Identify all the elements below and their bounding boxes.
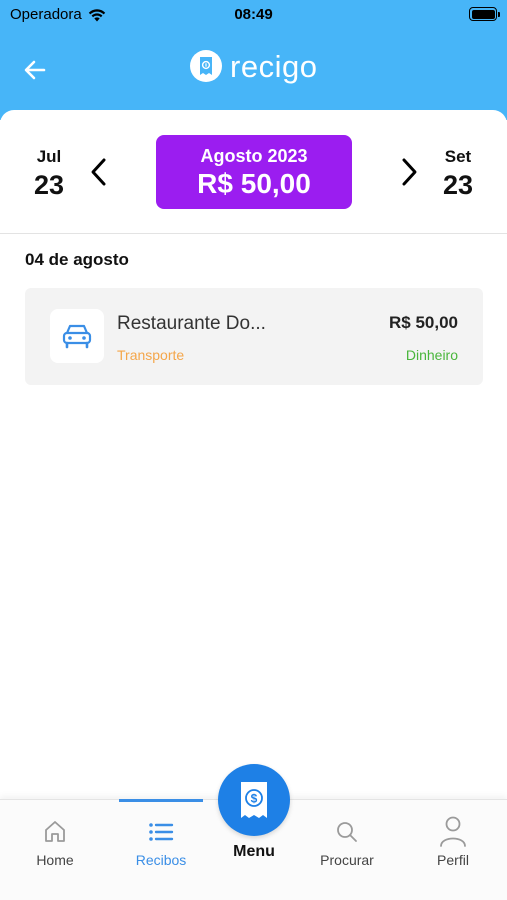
next-month-label: Set [444,147,472,166]
next-month[interactable]: Set 23 [433,147,483,201]
tab-home-label: Home [36,852,74,868]
receipt-payment-method: Dinheiro [405,347,458,363]
brand-name: recigo [230,48,318,84]
previous-month-button[interactable] [88,155,110,189]
menu-label: Menu [233,843,275,860]
tab-search[interactable]: Procurar [302,800,392,880]
list-icon [147,818,175,846]
back-button[interactable] [18,54,52,86]
brand: recigo [190,50,317,82]
receipt-logo-icon [190,50,222,82]
car-icon [50,309,104,363]
next-month-year: 23 [442,170,474,200]
tab-profile-label: Perfil [437,852,469,868]
tab-search-label: Procurar [320,852,374,868]
tab-profile[interactable]: Perfil [408,800,498,880]
receipt-name: Restaurante Do... [117,313,266,334]
arrow-left-icon [24,60,46,80]
previous-month[interactable]: Jul 23 [24,147,74,201]
tab-home[interactable]: Home [10,800,100,880]
current-month-total: R$ 50,00 [197,168,311,199]
active-tab-indicator [119,799,203,802]
chevron-left-icon [91,158,106,186]
tab-receipts-label: Recibos [135,852,187,868]
current-month[interactable]: Agosto 2023 R$ 50,00 [156,135,352,209]
svg-text:$: $ [251,792,258,806]
app-header: Operadora 08:49 recigo [0,0,507,120]
status-bar: Operadora 08:49 [0,0,507,30]
previous-month-year: 23 [33,170,65,200]
previous-month-label: Jul [36,147,62,166]
month-navigator: Jul 23 Agosto 2023 R$ 50,00 Set 23 [0,110,507,234]
tab-receipts[interactable]: Recibos [119,799,203,880]
user-icon [438,814,468,848]
chevron-right-icon [402,158,417,186]
home-icon [41,818,69,846]
battery-icon [469,7,500,21]
receipt-amount: R$ 50,00 [389,313,458,332]
receipt-category: Transporte [117,347,185,363]
menu-button[interactable]: $ [218,764,290,836]
next-month-button[interactable] [398,155,420,189]
date-heading: 04 de agosto [25,250,129,269]
receipt-dollar-icon: $ [241,782,267,818]
search-icon [333,818,361,846]
status-time: 08:49 [234,6,273,23]
current-month-label: Agosto 2023 [200,146,308,166]
receipt-item[interactable]: Restaurante Do... Transporte R$ 50,00 Di… [25,288,483,385]
